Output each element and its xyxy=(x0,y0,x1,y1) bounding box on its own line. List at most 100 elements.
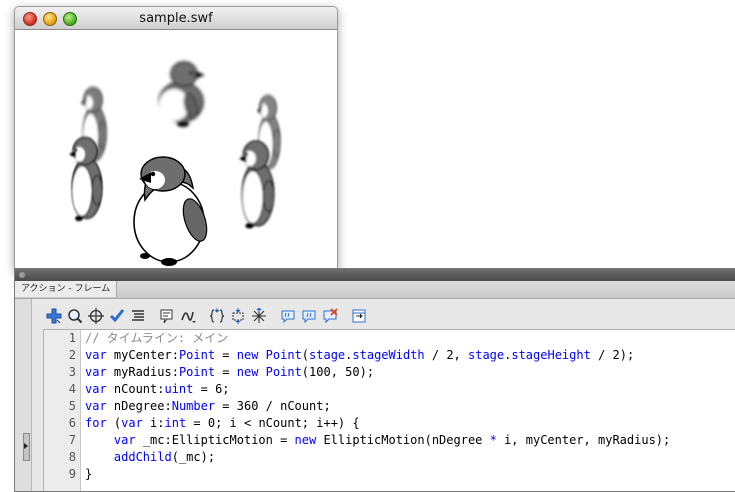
find-icon[interactable] xyxy=(64,306,85,326)
pane-toggle[interactable] xyxy=(23,433,30,461)
code-keyword: var xyxy=(85,399,107,413)
code-token: / 2); xyxy=(590,348,635,362)
script-editor[interactable]: 123456789 // タイムライン: メイン var myCenter:Poi… xyxy=(43,329,735,491)
code-token: myRadius: xyxy=(106,365,179,379)
tab-actions-frame[interactable]: アクション - フレーム xyxy=(15,281,118,297)
code-keyword: var xyxy=(85,382,107,396)
penguin-sprite-1 xyxy=(158,61,206,128)
code-keyword: var xyxy=(113,433,136,447)
collapse-selection-icon[interactable] xyxy=(227,306,248,326)
code-hint-icon[interactable] xyxy=(156,306,177,326)
code-keyword: var xyxy=(121,416,143,430)
expand-arrow-icon xyxy=(24,443,28,449)
auto-format-icon[interactable] xyxy=(127,306,148,326)
code-keyword: var xyxy=(85,365,107,379)
window-title: sample.swf xyxy=(139,11,213,26)
code-keyword: int xyxy=(164,416,187,430)
code-keyword: Point xyxy=(265,348,302,362)
code-keyword: * xyxy=(489,433,497,447)
expand-all-icon[interactable] xyxy=(248,306,269,326)
apply-line-comment-icon[interactable] xyxy=(298,306,319,326)
code-token: nDegree: xyxy=(106,399,172,413)
code-keyword: var xyxy=(85,348,107,362)
target-path-icon[interactable] xyxy=(85,306,106,326)
code-line[interactable]: // タイムライン: メイン xyxy=(85,330,735,347)
code-line[interactable]: } xyxy=(85,466,735,483)
code-token: = 0; i < nCount; i++) { xyxy=(186,416,360,430)
code-token: EllipticMotion(nDegree xyxy=(316,433,490,447)
code-token: i: xyxy=(142,416,165,430)
code-keyword: Number xyxy=(171,399,216,413)
code-keyword: stage xyxy=(468,348,505,362)
code-token: _mc:EllipticMotion = xyxy=(135,433,295,447)
collapse-braces-icon[interactable] xyxy=(206,306,227,326)
code-keyword: Point xyxy=(178,365,216,379)
line-number: 7 xyxy=(68,433,76,447)
code-token: i, myCenter, myRadius); xyxy=(496,433,671,447)
code-area[interactable]: // タイムライン: メイン var myCenter:Point = new P… xyxy=(85,330,735,491)
code-token: (100, 50); xyxy=(301,365,375,379)
code-token: nCount: xyxy=(106,382,165,396)
penguin-sprite-5 xyxy=(238,140,275,230)
code-line[interactable]: for (var i:int = 0; i < nCount; i++) { xyxy=(85,415,735,432)
code-keyword: uint xyxy=(164,382,194,396)
apply-block-comment-icon[interactable] xyxy=(277,306,298,326)
code-keyword: stage xyxy=(309,348,346,362)
penguin-sprite-6 xyxy=(133,156,213,267)
line-number: 4 xyxy=(68,382,76,396)
penguin-sprite-3 xyxy=(68,136,103,222)
panel-grip[interactable] xyxy=(15,269,735,281)
code-line[interactable]: var myCenter:Point = new Point(stage.sta… xyxy=(85,347,735,364)
remove-comment-icon[interactable] xyxy=(319,306,340,326)
line-number: 3 xyxy=(68,365,76,379)
code-token: / 2, xyxy=(424,348,468,362)
code-token: = 360 / nCount; xyxy=(215,399,331,413)
code-line[interactable]: addChild(_mc); xyxy=(85,449,735,466)
code-line[interactable]: var nCount:uint = 6; xyxy=(85,381,735,398)
debug-options-icon[interactable] xyxy=(177,306,198,326)
code-keyword: Point xyxy=(265,365,302,379)
actions-panel: アクション - フレーム 1 2 3 4 5 6 7 8 9 // タイムライン… xyxy=(14,268,735,492)
panel-body: 123456789 // タイムライン: メイン var myCenter:Poi… xyxy=(15,299,735,491)
show-hide-toolbox-icon[interactable] xyxy=(348,306,369,326)
code-keyword: addChild xyxy=(113,450,172,464)
panel-menu-dot-icon[interactable] xyxy=(19,272,25,278)
code-keyword: new xyxy=(236,365,259,379)
toolbox-gutter xyxy=(15,299,32,491)
line-number-gutter: 1 2 3 4 5 6 7 8 9 xyxy=(44,330,81,491)
code-token: ( xyxy=(301,348,310,362)
code-keyword: new xyxy=(294,433,317,447)
actions-toolbar xyxy=(43,305,369,327)
line-number: 5 xyxy=(68,399,76,413)
code-line[interactable]: var nDegree:Number = 360 / nCount; xyxy=(85,398,735,415)
swf-player-window: sample.swf xyxy=(14,6,338,270)
code-token: myCenter: xyxy=(106,348,179,362)
line-number: 8 xyxy=(68,450,76,464)
check-syntax-icon[interactable] xyxy=(106,306,127,326)
window-titlebar[interactable]: sample.swf xyxy=(15,7,337,30)
line-number: 1 xyxy=(68,331,76,345)
code-keyword: stageHeight xyxy=(511,348,591,362)
code-token: = xyxy=(215,365,237,379)
code-token: = 6; xyxy=(193,382,230,396)
code-line[interactable]: var myRadius:Point = new Point(100, 50); xyxy=(85,364,735,381)
code-keyword: stageWidth xyxy=(352,348,425,362)
code-keyword: new xyxy=(236,348,259,362)
code-token: ( xyxy=(106,416,122,430)
line-number: 6 xyxy=(68,416,76,430)
code-token: (_mc); xyxy=(171,450,216,464)
code-keyword: Point xyxy=(178,348,216,362)
code-line[interactable]: var _mc:EllipticMotion = new EllipticMot… xyxy=(85,432,735,449)
panel-tab-bar: アクション - フレーム xyxy=(15,281,735,299)
code-token: } xyxy=(85,467,93,481)
swf-stage[interactable] xyxy=(15,30,337,269)
add-statement-icon[interactable] xyxy=(43,306,64,326)
line-number: 9 xyxy=(68,467,76,481)
stage-canvas xyxy=(68,61,281,267)
line-number: 2 xyxy=(68,348,76,362)
code-token: = xyxy=(215,348,237,362)
